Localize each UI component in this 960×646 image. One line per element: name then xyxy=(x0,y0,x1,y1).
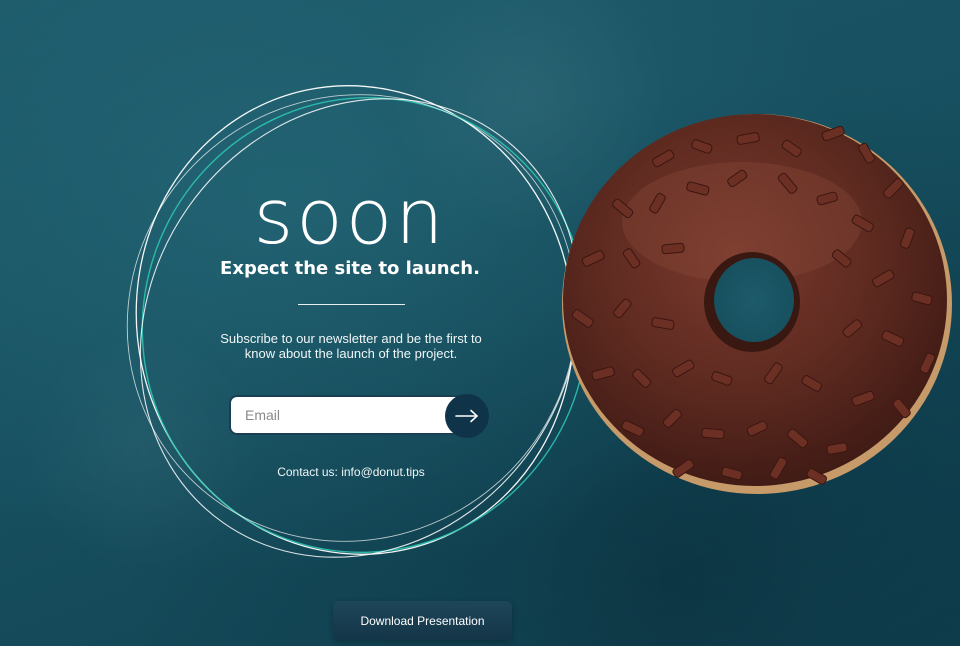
tagline: Expect the site to launch. xyxy=(220,258,480,279)
email-input[interactable] xyxy=(229,395,467,435)
headline: soon xyxy=(253,172,447,261)
download-presentation-button[interactable]: Download Presentation xyxy=(333,601,512,640)
arrow-right-icon xyxy=(455,409,478,423)
newsletter-description-line-1: Subscribe to our newsletter and be the f… xyxy=(220,331,482,346)
chocolate-donut-image xyxy=(562,114,952,494)
subscribe-button[interactable] xyxy=(445,394,489,438)
divider xyxy=(298,304,405,305)
contact-info: Contact us: info@donut.tips xyxy=(277,465,425,479)
newsletter-form xyxy=(229,394,489,438)
newsletter-description-line-2: know about the launch of the project. xyxy=(244,346,458,361)
newsletter-description: Subscribe to our newsletter and be the f… xyxy=(190,331,512,361)
decorative-rings xyxy=(126,85,589,558)
